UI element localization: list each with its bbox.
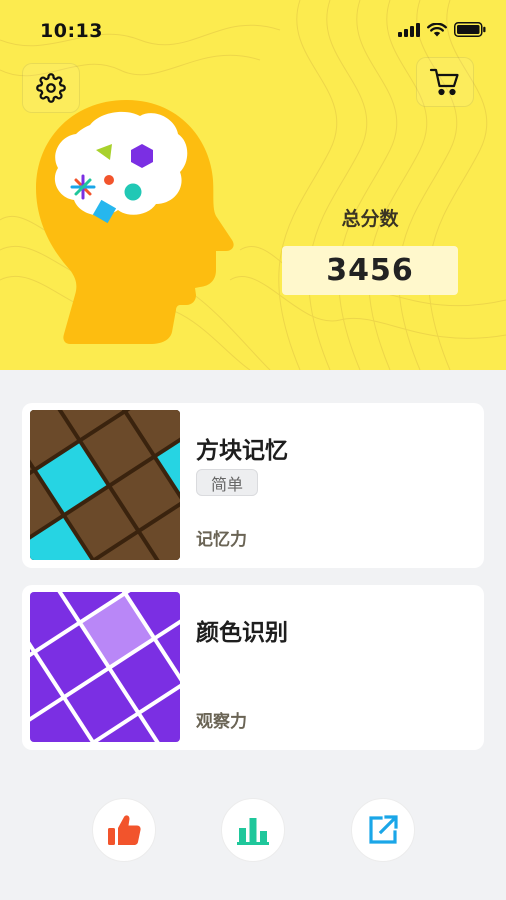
game-card-tile-memory[interactable]: 方块记忆 简单 记忆力	[22, 403, 484, 568]
status-time: 10:13	[40, 20, 103, 42]
bar-chart-icon	[237, 818, 269, 845]
leaderboard-button[interactable]	[221, 798, 285, 862]
total-score-label: 总分数	[341, 208, 399, 230]
share-button[interactable]	[351, 798, 415, 862]
share-icon	[369, 815, 398, 844]
hero-header: 10:13 总分数 3456	[0, 0, 506, 370]
status-icons	[398, 22, 486, 37]
difficulty-badge: 简单	[196, 469, 259, 496]
skill-tag: 记忆力	[196, 530, 247, 550]
cart-icon	[429, 68, 459, 96]
battery-icon	[454, 22, 486, 37]
gear-icon	[36, 73, 66, 103]
tile-memory-thumbnail	[30, 410, 180, 560]
game-title: 方块记忆	[196, 438, 288, 464]
brain-head-illustration	[36, 100, 234, 344]
total-score-value: 3456	[282, 246, 458, 295]
thumbs-up-icon	[108, 815, 141, 845]
signal-icon	[398, 22, 420, 37]
game-title: 颜色识别	[196, 620, 288, 646]
status-bar: 10:13	[0, 0, 506, 60]
game-card-color-recognition[interactable]: 颜色识别 观察力	[22, 585, 484, 750]
skill-tag: 观察力	[196, 712, 247, 732]
like-button[interactable]	[92, 798, 156, 862]
cart-button[interactable]	[416, 57, 474, 107]
wifi-icon	[427, 22, 447, 36]
color-grid-thumbnail	[30, 592, 180, 742]
